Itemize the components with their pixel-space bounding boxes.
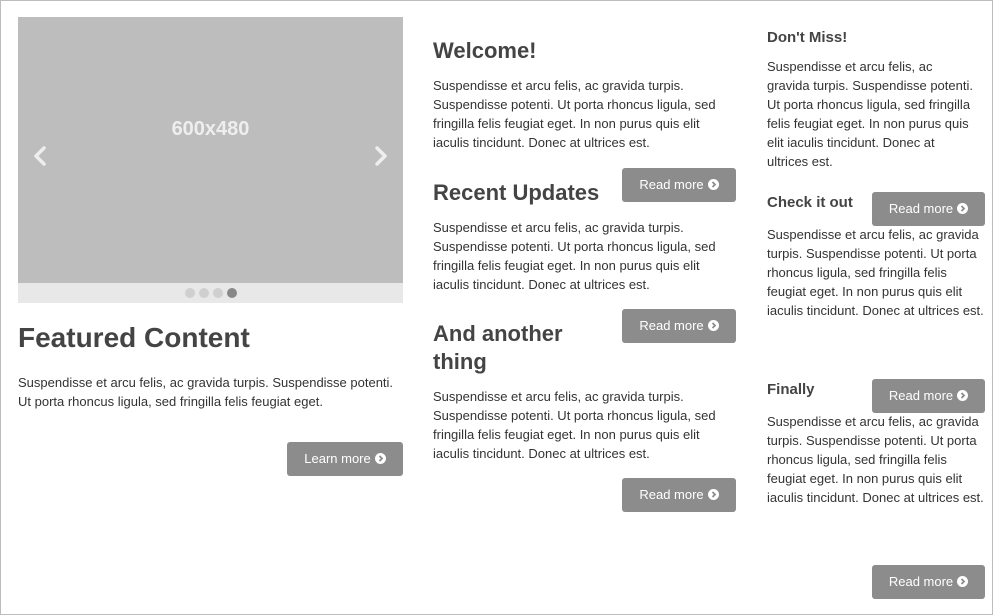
carousel-placeholder-label: 600x480 (171, 118, 250, 140)
another-thing-text: Suspendisse et arcu felis, ac gravida tu… (433, 389, 716, 461)
finally-text: Suspendisse et arcu felis, ac gravida tu… (767, 414, 984, 505)
check-it-out-heading: Check it out (767, 194, 853, 211)
welcome-read-more-button[interactable]: Read more (622, 168, 736, 202)
button-label: Read more (639, 177, 704, 192)
carousel-indicator[interactable] (198, 288, 209, 298)
bottom-read-more-button[interactable]: Read more (872, 565, 985, 599)
chevron-left-icon[interactable] (28, 141, 52, 171)
button-label: Read more (888, 574, 954, 589)
image-carousel[interactable]: 600x480 (18, 17, 403, 303)
another-thing-read-more-button[interactable]: Read more (622, 478, 736, 512)
welcome-text: Suspendisse et arcu felis, ac gravida tu… (433, 78, 716, 150)
dont-miss-text: Suspendisse et arcu felis, ac gravida tu… (767, 59, 973, 169)
carousel-indicator-active[interactable] (226, 288, 237, 298)
button-label: Learn more (304, 451, 371, 466)
finally-read-more-button[interactable]: Read more (872, 379, 985, 413)
carousel-indicator-bar (18, 283, 403, 303)
check-it-out-text: Suspendisse et arcu felis, ac gravida tu… (767, 227, 984, 318)
button-label: Read more (888, 388, 954, 403)
chevron-right-icon[interactable] (369, 141, 393, 171)
finally-heading: Finally (767, 381, 815, 398)
arrow-circle-right-icon (957, 390, 969, 401)
arrow-circle-right-icon (707, 320, 719, 331)
dont-miss-heading: Don't Miss! (767, 29, 848, 46)
featured-text: Suspendisse et arcu felis, ac gravida tu… (18, 375, 394, 409)
learn-more-button[interactable]: Learn more (287, 442, 403, 476)
button-label: Read more (639, 318, 704, 333)
recent-updates-text: Suspendisse et arcu felis, ac gravida tu… (433, 220, 716, 292)
arrow-circle-right-icon (707, 179, 719, 190)
welcome-heading: Welcome! (433, 38, 537, 63)
arrow-circle-right-icon (374, 453, 386, 464)
arrow-circle-right-icon (957, 576, 969, 587)
button-label: Read more (639, 487, 704, 502)
arrow-circle-right-icon (957, 203, 969, 214)
check-it-out-read-more-button[interactable]: Read more (872, 192, 985, 226)
recent-updates-read-more-button[interactable]: Read more (622, 309, 736, 343)
button-label: Read more (888, 201, 954, 216)
featured-title: Featured Content (18, 322, 250, 353)
recent-updates-heading: Recent Updates (433, 180, 600, 205)
carousel-indicators (18, 288, 403, 298)
carousel-indicator[interactable] (184, 288, 195, 298)
another-thing-heading: And another thing (433, 321, 563, 374)
arrow-circle-right-icon (707, 489, 719, 500)
carousel-indicator[interactable] (212, 288, 223, 298)
